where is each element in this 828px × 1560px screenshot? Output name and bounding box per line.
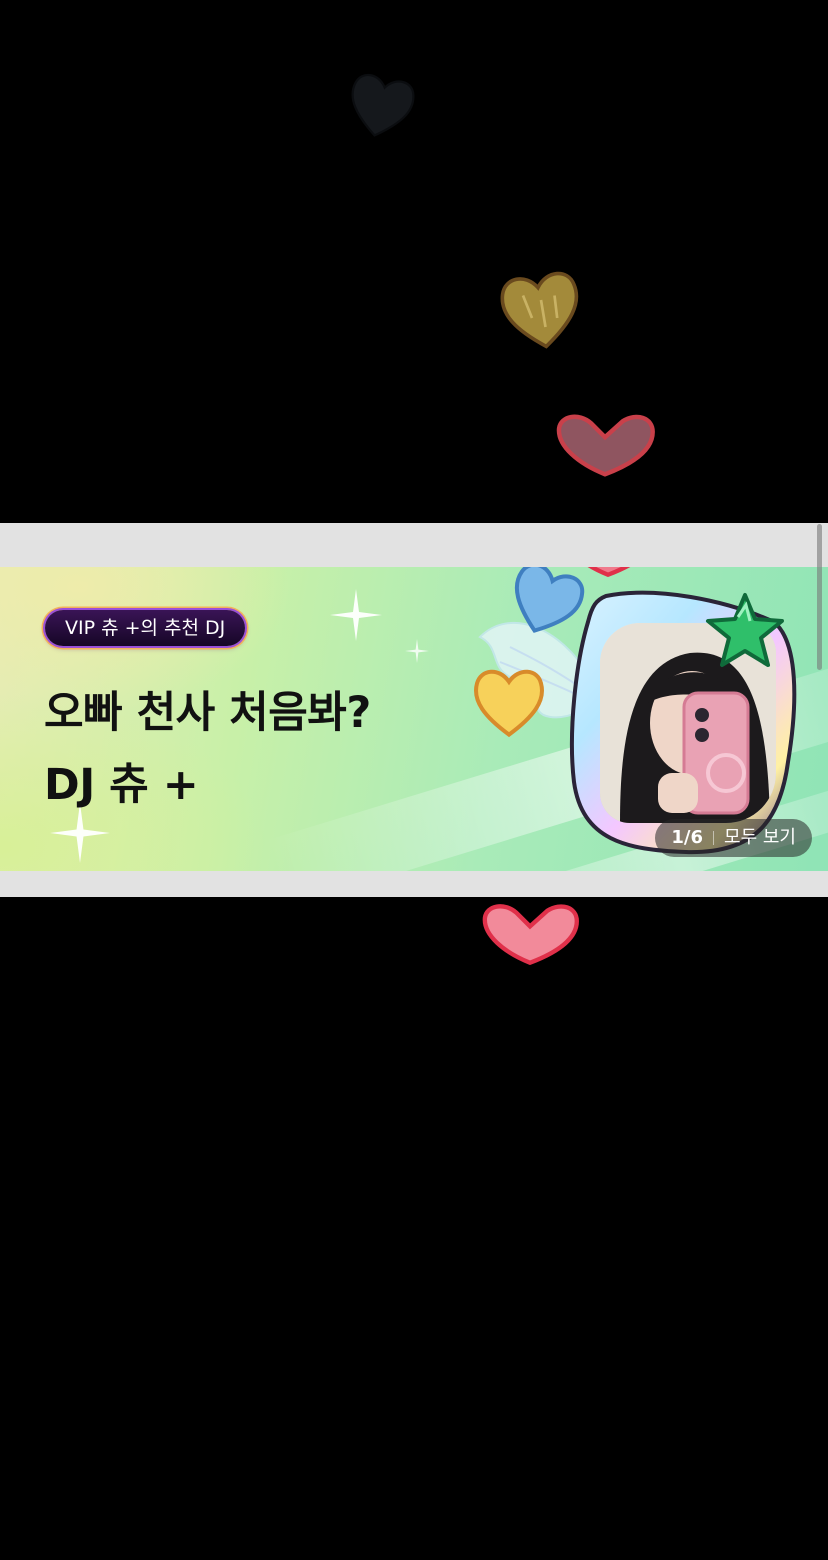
banner-pager[interactable]: 1/6 모두 보기 [655, 819, 812, 857]
scrollbar[interactable] [817, 524, 822, 670]
banner-title: 오빠 천사 처음봐? DJ 츄 + [44, 677, 371, 821]
pager-divider [713, 831, 715, 845]
heart-icon [351, 73, 415, 137]
sparkle-icon [405, 639, 429, 663]
sparkle-icon [330, 589, 382, 641]
star-icon [706, 593, 784, 667]
vip-badge: VIP 츄 +의 추천 DJ [45, 610, 246, 646]
banner-strip: VIP 츄 +의 추천 DJ 오빠 천사 처음봐? DJ 츄 + 1/6 모두 … [0, 523, 828, 897]
banner-title-line: DJ 츄 + [44, 760, 199, 810]
heart-icon [482, 904, 579, 966]
heart-icon [500, 271, 579, 349]
heart-icon [474, 669, 544, 738]
heart-icon [587, 567, 631, 578]
heart-icon [556, 414, 655, 477]
banner-title-line: 오빠 천사 처음봐? [44, 688, 371, 738]
promo-banner[interactable]: VIP 츄 +의 추천 DJ 오빠 천사 처음봐? DJ 츄 + 1/6 모두 … [0, 567, 828, 871]
pager-count: 1/6 [671, 827, 704, 848]
view-all-link[interactable]: 모두 보기 [724, 819, 796, 857]
